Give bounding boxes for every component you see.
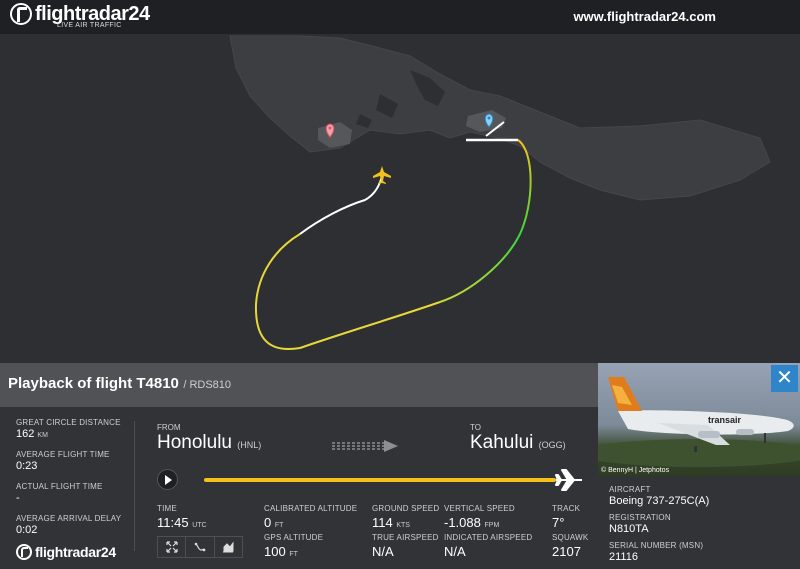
play-icon[interactable] [157,469,178,490]
playback-progress-bar[interactable] [204,478,556,482]
metric-value: -1.088 [444,515,481,530]
to-city: Kahului [470,432,534,453]
panel-header: Playback of flight T4810 / RDS810 [0,363,598,407]
map-canvas[interactable] [0,34,800,363]
calibrated-altitude-value: 0 FT [264,515,357,530]
actual-flight-time: - [16,492,20,504]
route-view-icon[interactable] [186,537,215,557]
ground-speed-value: 114 KTS [372,515,439,530]
metric-label: GPS ALTITUDE [264,533,324,542]
site-url: www.flightradar24.com [573,9,716,24]
info-label: SERIAL NUMBER (MSN) [609,541,704,550]
true-airspeed-metric: TRUE AIRSPEED N/A [372,533,439,559]
metric-label: INDICATED AIRSPEED [444,533,533,542]
metric-unit: FT [289,551,298,558]
metric-unit: UTC [192,522,207,529]
view-tools [157,536,243,558]
top-bar: flightradar24 LIVE AIR TRAFFIC www.fligh… [0,0,800,34]
metric-label: TRACK [552,504,581,513]
from-code: (HNL) [237,440,262,450]
from-city: Honolulu [157,432,232,453]
gps-altitude-value: 100 FT [264,544,323,559]
aircraft-type: Boeing 737-275C(A) [609,495,710,507]
to-code: (OGG) [538,440,566,450]
metric-label: VERTICAL SPEED [444,504,515,513]
plane-track-icon[interactable] [554,467,584,493]
logo-icon [10,3,32,25]
stat-unit: KM [37,432,48,439]
squawk-metric: SQUAWK 2107 [552,533,588,559]
route-arrow-icon [332,440,398,452]
average-arrival-delay: 0:02 [16,524,38,536]
to-label: TO [470,423,481,432]
metric-label: SQUAWK [552,533,589,542]
metric-label: CALIBRATED ALTITUDE [264,504,358,513]
close-icon[interactable]: ✕ [771,365,798,392]
metric-value: 11:45 [157,515,189,530]
info-label: REGISTRATION [609,513,671,522]
stat-label: AVERAGE ARRIVAL DELAY [16,514,122,523]
metric-value: 100 [264,544,286,559]
aircraft-illustration: transair [598,377,800,467]
track-metric: TRACK 7° [552,504,580,530]
time-metric: TIME 11:45 UTC [157,504,207,530]
true-airspeed-value: N/A [372,544,394,559]
metric-unit: KTS [396,522,410,529]
footer-logo[interactable]: flightradar24 [16,544,116,560]
vertical-speed-metric: VERTICAL SPEED -1.088 FPM [444,504,515,530]
metric-value: 114 [372,515,393,530]
livery-text: transair [708,415,742,425]
metric-label: GROUND SPEED [372,504,440,513]
indicated-airspeed-metric: INDICATED AIRSPEED N/A [444,533,532,559]
to-airport[interactable]: Kahului (OGG) [470,432,566,454]
logo-icon [16,544,32,560]
indicated-airspeed-value: N/A [444,544,466,559]
metric-label: TRUE AIRSPEED [372,533,439,542]
great-circle-distance: 162 KM [16,428,126,440]
photo-credit[interactable]: © BennyH | Jetphotos [601,467,669,474]
stat-label: AVERAGE FLIGHT TIME [16,450,110,459]
from-airport[interactable]: Honolulu (HNL) [157,432,261,454]
track-value: 7° [552,515,565,530]
time-value: 11:45 UTC [157,515,207,530]
from-label: FROM [157,423,181,432]
logo-subtitle: LIVE AIR TRAFFIC [57,22,122,29]
footer-logo-text: flightradar24 [35,544,116,560]
average-flight-time: 0:23 [16,460,38,472]
squawk-value: 2107 [552,544,581,559]
registration: N810TA [609,523,649,535]
logo-text: flightradar24 [35,3,150,25]
aircraft-info: AIRCRAFT Boeing 737-275C(A) REGISTRATION… [609,485,794,569]
info-label: AIRCRAFT [609,485,651,494]
divider [134,421,135,551]
ground-speed-metric: GROUND SPEED 114 KTS [372,504,439,530]
stat-label: ACTUAL FLIGHT TIME [16,482,103,491]
expand-icon[interactable] [158,537,187,557]
plane-icon [373,166,391,184]
stat-value: 162 [16,428,35,440]
metric-unit: FPM [484,522,500,529]
flight-track-yellow [254,233,441,351]
map[interactable] [0,34,800,363]
chart-icon[interactable] [215,537,242,557]
metric-value: 0 [264,515,272,530]
flight-stats: GREAT CIRCLE DISTANCE 162 KM AVERAGE FLI… [16,418,126,546]
stat-label: GREAT CIRCLE DISTANCE [16,418,121,427]
metric-unit: FT [274,522,284,529]
aircraft-photo[interactable]: transair ✕ © BennyH | Jetphotos [598,363,800,476]
serial-number: 21116 [609,551,638,563]
panel-title: Playback of flight T4810 [8,375,179,392]
flight-track-green [439,139,532,303]
vertical-speed-value: -1.088 FPM [444,515,515,530]
metric-label: TIME [157,504,177,513]
flight-track-white [299,175,383,235]
flight-panel: Playback of flight T4810 / RDS810 GREAT … [0,363,800,569]
gps-altitude-metric: GPS ALTITUDE 100 FT [264,533,323,559]
panel-callsign: / RDS810 [183,379,232,391]
calibrated-altitude-metric: CALIBRATED ALTITUDE 0 FT [264,504,357,530]
